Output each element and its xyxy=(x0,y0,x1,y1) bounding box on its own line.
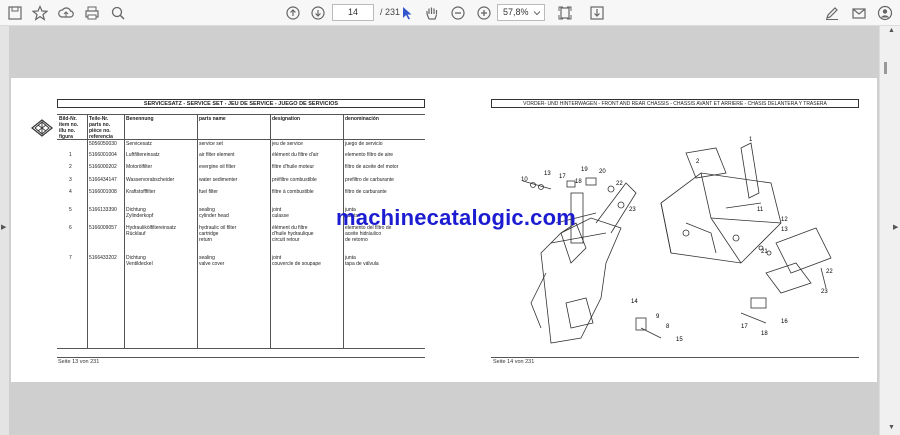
part-label: 18 xyxy=(575,179,582,185)
table-bottom-line xyxy=(57,348,425,349)
scrollbar-thumb[interactable] xyxy=(884,62,887,74)
column-divider xyxy=(343,114,344,349)
part-label: 17 xyxy=(741,324,748,330)
scroll-down-icon[interactable]: ▼ xyxy=(888,424,895,431)
part-label: 9 xyxy=(656,314,660,320)
part-label: 18 xyxy=(761,331,768,337)
column-divider xyxy=(197,114,198,349)
left-panel-handle[interactable]: ▶ xyxy=(0,26,9,435)
part-label: 13 xyxy=(544,171,551,177)
upload-icon[interactable] xyxy=(56,3,76,23)
part-label: 17 xyxy=(559,174,566,180)
sign-icon[interactable] xyxy=(822,3,842,23)
column-divider xyxy=(270,114,271,349)
part-label: 15 xyxy=(676,337,683,343)
watermark-text: machinecatalogic.com xyxy=(336,205,576,230)
part-label: 2 xyxy=(696,159,700,165)
print-icon[interactable] xyxy=(82,3,102,23)
vertical-scrollbar[interactable]: ▲ ▼ ▶ xyxy=(879,26,900,435)
part-label: 22 xyxy=(616,181,623,187)
left-page-footer: Seite 13 von 231 xyxy=(58,359,100,365)
page-down-icon[interactable] xyxy=(308,3,328,23)
bookmark-star-icon[interactable] xyxy=(30,3,50,23)
part-label: 20 xyxy=(599,169,606,175)
part-label: 19 xyxy=(581,167,588,173)
part-label: 23 xyxy=(821,289,828,295)
col-header-item: Bild-Nr. item no. illu no. figura xyxy=(59,116,79,140)
zoom-dropdown-icon[interactable] xyxy=(531,3,543,23)
col-header-benennung: Benennung xyxy=(126,116,154,122)
expand-left-icon[interactable]: ▶ xyxy=(1,223,6,231)
footer-rule xyxy=(491,357,859,358)
zoom-search-icon[interactable] xyxy=(108,3,128,23)
page-up-icon[interactable] xyxy=(283,3,303,23)
manufacturer-logo xyxy=(31,119,53,137)
select-cursor-icon[interactable] xyxy=(397,3,417,23)
part-label: 12 xyxy=(781,217,788,223)
table-top-line xyxy=(57,114,425,115)
part-label: 22 xyxy=(826,269,833,275)
part-label: 11 xyxy=(757,207,764,213)
email-icon[interactable] xyxy=(849,3,869,23)
pdf-toolbar: 14 / 231 57,8% xyxy=(0,0,900,26)
col-header-designation: designation xyxy=(272,116,301,122)
page-number-input[interactable]: 14 xyxy=(332,4,374,21)
scroll-up-icon[interactable]: ▲ xyxy=(888,27,895,34)
footer-rule xyxy=(57,357,425,358)
hand-pan-icon[interactable] xyxy=(422,3,442,23)
right-page-footer: Seite 14 von 231 xyxy=(493,359,535,365)
col-header-part-no: Teile-Nr. parts no. pièce no. referencia xyxy=(89,116,113,140)
part-label: 21 xyxy=(761,249,768,255)
zoom-in-icon[interactable] xyxy=(474,3,494,23)
column-divider xyxy=(124,114,125,349)
expand-right-icon[interactable]: ▶ xyxy=(893,223,898,231)
col-header-parts-name: parts name xyxy=(199,116,226,122)
column-divider xyxy=(87,114,88,349)
part-label: 13 xyxy=(781,227,788,233)
part-label: 1 xyxy=(749,137,753,143)
fit-page-icon[interactable] xyxy=(555,3,575,23)
part-label: 14 xyxy=(631,299,638,305)
zoom-out-icon[interactable] xyxy=(448,3,468,23)
right-page-title: VORDER- UND HINTERWAGEN - FRONT AND REAR… xyxy=(491,99,859,108)
export-icon[interactable] xyxy=(587,3,607,23)
account-icon[interactable] xyxy=(875,3,895,23)
part-label: 23 xyxy=(629,207,636,213)
left-page-title: SERVICESATZ - SERVICE SET - JEU DE SERVI… xyxy=(57,99,425,108)
part-label: 10 xyxy=(521,177,528,183)
exploded-chassis-diagram: 10 13 17 18 19 20 22 23 2 1 11 12 13 14 … xyxy=(521,137,833,344)
part-label: 16 xyxy=(781,319,788,325)
save-icon[interactable] xyxy=(5,3,25,23)
part-label: 8 xyxy=(666,324,670,330)
col-header-denominacion: denominación xyxy=(345,116,379,122)
